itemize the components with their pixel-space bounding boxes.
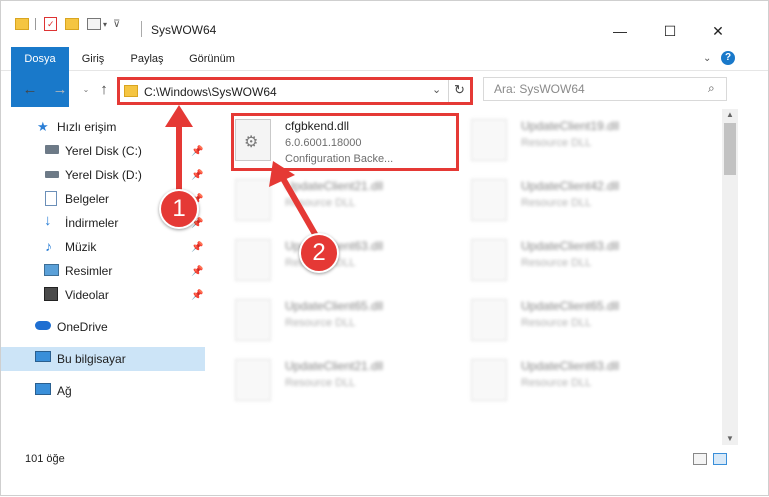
step-1-badge: 1 (159, 189, 199, 229)
arrow-2-head (269, 161, 295, 187)
arrow-2-shaft (278, 173, 322, 243)
explorer-window: ✓ ▾ ⊽ SysWOW64 — ☐ ✕ Dosya Giriş Paylaş … (0, 0, 769, 496)
step-2-badge: 2 (299, 233, 339, 273)
annotation-arrows (165, 105, 322, 243)
arrow-1-head (165, 105, 193, 127)
